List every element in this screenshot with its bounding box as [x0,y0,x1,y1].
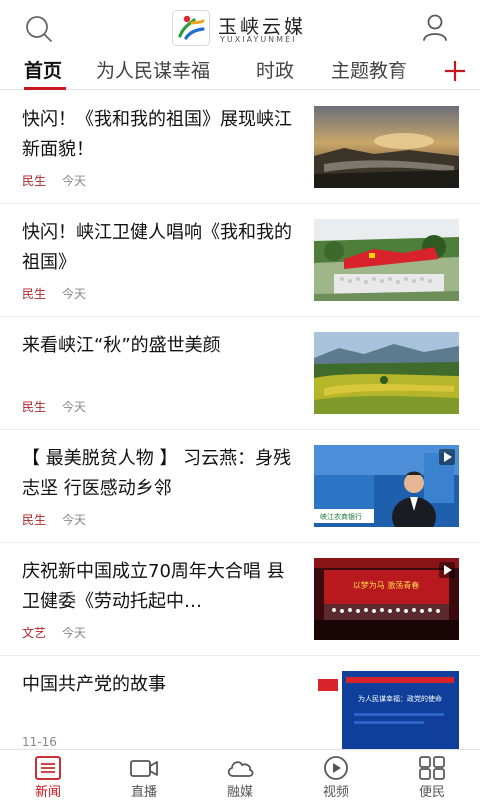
nav-video[interactable]: 视频 [288,750,384,800]
news-time: 今天 [62,287,87,301]
news-list-icon [35,756,61,780]
news-item[interactable]: 【 最美脱贫人物 】 习云燕：身残志坚 行医感动乡邻 民生 今天 峡江农商银行 [0,430,480,543]
nav-label: 新闻 [34,785,61,800]
bank-caption: 峡江农商银行 [320,512,362,521]
autumn-fields-image [314,332,459,414]
video-play-icon [439,449,455,465]
news-tag: 民生 [22,174,47,188]
tab-home[interactable]: 首页 [24,56,62,83]
nav-label: 融媒 [226,785,253,800]
news-item[interactable]: 快闪！《我和我的祖国》展现峡江新面貌！ 民生 今天 [0,91,480,204]
blue-poster-image: 为人民谋幸福：政党的使命 [314,671,459,749]
nav-news[interactable]: 新闻 [0,750,96,800]
add-channel-button[interactable] [440,56,470,86]
play-circle-icon [324,756,348,780]
news-thumbnail: 为人民谋幸福：政党的使命 [314,671,459,749]
active-tab-indicator [24,87,66,90]
news-title: 来看峡江“秋”的盛世美颜 [22,335,221,356]
news-tag: 民生 [22,513,47,527]
tab-serve-people[interactable]: 为人民谋幸福 [96,56,210,83]
nav-live[interactable]: 直播 [96,750,192,800]
logo-subtext: YUXIAYUNMEI [220,35,297,44]
poster-text: 为人民谋幸福：政党的使命 [358,694,442,703]
news-thumbnail [314,106,459,188]
news-title: 中国共产党的故事 [22,674,166,695]
news-item[interactable]: 庆祝新中国成立70周年大合唱 县卫健委《劳动托起中… 文艺 今天 以梦为马 激荡… [0,543,480,656]
tab-politics[interactable]: 时政 [256,56,294,83]
search-button[interactable] [22,14,56,44]
news-time: 今天 [62,174,87,188]
news-item[interactable]: 来看峡江“秋”的盛世美颜 民生 今天 [0,317,480,430]
news-tag: 文艺 [22,626,47,640]
nav-services[interactable]: 便民 [384,750,480,800]
grid-apps-icon [419,756,445,780]
nav-label: 便民 [418,785,445,800]
nav-media[interactable]: 融媒 [192,750,288,800]
news-time: 今天 [62,400,87,414]
news-time: 11-16 [22,735,57,749]
news-thumbnail[interactable]: 峡江农商银行 [314,445,459,527]
logo-mark-icon [172,10,210,46]
nav-label: 直播 [130,785,157,800]
bottom-navigation: 新闻 直播 融媒 视频 便民 [0,749,480,800]
news-title: 快闪！峡江卫健人唱响《我和我的祖国》 [22,222,292,273]
news-thumbnail[interactable]: 以梦为马 激荡青春 [314,558,459,640]
news-item[interactable]: 快闪！峡江卫健人唱响《我和我的祖国》 民生 今天 [0,204,480,317]
channel-tabs: 首页 为人民谋幸福 时政 主题教育 [0,54,480,90]
news-time: 今天 [62,513,87,527]
news-anchor-image: 峡江农商银行 [314,445,459,527]
news-title: 庆祝新中国成立70周年大合唱 县卫健委《劳动托起中… [22,561,285,612]
plus-icon [445,61,465,81]
stage-banner-text: 以梦为马 激荡青春 [353,580,420,590]
sunset-lake-image [314,106,459,188]
app-header: 玉峡云媒 YUXIAYUNMEI [0,0,480,54]
news-title: 【 最美脱贫人物 】 习云燕：身残志坚 行医感动乡邻 [22,448,292,499]
flag-crowd-image [314,219,459,301]
news-item[interactable]: 中国共产党的故事 为人民谋幸福：政党的使命 [0,656,480,749]
news-tag: 民生 [22,400,47,414]
user-icon [423,14,447,41]
stage-chorus-image: 以梦为马 激荡青春 [314,558,459,640]
news-thumbnail [314,219,459,301]
tabs-fade [396,54,436,88]
app-logo: 玉峡云媒 YUXIAYUNMEI [172,10,312,46]
news-list: 快闪！《我和我的祖国》展现峡江新面貌！ 民生 今天 快闪！峡江卫健人唱响《我和我… [0,91,480,749]
news-title: 快闪！《我和我的祖国》展现峡江新面貌！ [22,109,292,160]
search-icon [26,16,52,42]
news-time: 今天 [62,626,87,640]
video-play-icon [439,562,455,578]
news-thumbnail [314,332,459,414]
video-camera-icon [130,760,158,777]
nav-label: 视频 [322,785,349,800]
cloud-icon [227,761,254,777]
news-tag: 民生 [22,287,47,301]
user-profile-button[interactable] [420,12,450,42]
